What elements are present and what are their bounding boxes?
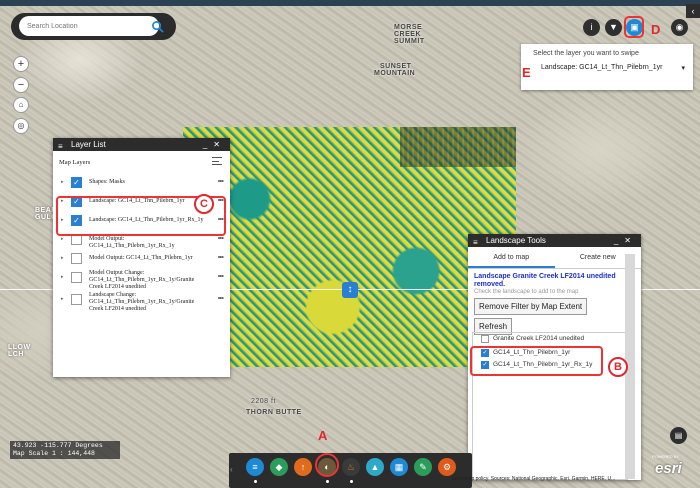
coordinate-readout: 43.923 -115.777 Degrees Map Scale 1 : 14… <box>10 441 120 459</box>
layer-label: Shapes: Masks <box>89 179 125 185</box>
menu-icon[interactable] <box>212 157 222 165</box>
layer-label: Model Output Change: GC14_Lt_Thn_Pilebrn… <box>89 270 195 290</box>
filter-icon[interactable]: ▼ <box>605 19 622 36</box>
swipe-layer-value: Landscape: GC14_Lt_Thn_Pilebrn_1yr <box>541 64 663 71</box>
chevron-down-icon: ▾ <box>681 65 685 72</box>
map-label: LCH <box>8 351 24 358</box>
map-label: SUMMIT <box>394 38 425 45</box>
edit-widget-icon[interactable]: ✎ <box>414 458 432 476</box>
widget-toolbar: ‹ ≡ ◆ ↑ ◐ ♨ ▲ ▦ ✎ ⚙ <box>229 453 472 488</box>
search-input[interactable] <box>19 16 159 36</box>
basemap-widget-icon[interactable]: ◆ <box>270 458 288 476</box>
map-label: CREEK <box>394 31 422 38</box>
layer-list-title: Layer List <box>71 140 106 149</box>
close-icon[interactable]: ✕ <box>213 140 226 149</box>
remove-filter-button[interactable]: Remove Filter by Map Extent <box>474 298 588 315</box>
swipe-layer-select[interactable]: Landscape: GC14_Lt_Thn_Pilebrn_1yr ▾ <box>529 64 685 72</box>
landscape-tools-tabs: Add to map Create new <box>468 247 641 269</box>
tab-add-to-map[interactable]: Add to map <box>468 247 555 268</box>
landscape-highlight <box>470 346 603 376</box>
eye-icon[interactable]: ◉ <box>671 19 688 36</box>
layer-checkbox[interactable] <box>71 294 82 305</box>
more-icon[interactable]: ••• <box>218 272 224 281</box>
layer-label: Model Output: GC14_Lt_Thn_Pilebrn_1yr <box>89 255 193 261</box>
grid-widget-icon[interactable]: ▦ <box>390 458 408 476</box>
map-label: THORN BUTTE <box>246 409 302 416</box>
map-label: SUNSET <box>380 63 412 70</box>
expand-icon[interactable]: ▸ <box>61 255 64 261</box>
swipe-handle[interactable]: ↕ <box>342 282 358 298</box>
layer-list-panel: ≡ Layer List _✕ Map Layers ▸ ✓ Shapes: Mas… <box>53 138 230 377</box>
brush-widget-icon[interactable]: ⚙ <box>438 458 456 476</box>
locate-button[interactable]: ◎ <box>13 118 29 134</box>
zoom-out-button[interactable]: − <box>13 77 29 93</box>
layer-label: Model Output: GC14_Lt_Thn_Pilebrn_1yr_Rx… <box>89 236 175 249</box>
expand-icon[interactable]: ▸ <box>61 296 64 302</box>
chevron-left-icon[interactable]: ‹ <box>230 465 233 474</box>
callout-c: C <box>194 194 214 214</box>
swipe-highlight <box>624 16 644 38</box>
swipe-panel: Select the layer you want to swipe Lands… <box>521 44 693 90</box>
toolbar-highlight <box>315 453 339 477</box>
search-icon[interactable] <box>151 20 164 33</box>
map-scale: Map Scale 1 : 144,448 <box>13 450 95 457</box>
info-icon[interactable]: i <box>583 19 600 36</box>
callout-a: A <box>318 428 328 443</box>
home-button[interactable]: ⌂ <box>13 97 29 113</box>
callout-e: E <box>522 65 531 80</box>
map-label: 2208 ft <box>251 398 276 405</box>
close-icon[interactable]: ✕ <box>624 236 637 245</box>
active-indicator <box>254 480 257 483</box>
swipe-prompt: Select the layer you want to swipe <box>533 50 639 57</box>
map-label: MOUNTAIN <box>374 70 416 77</box>
layer-checkbox[interactable] <box>71 272 82 283</box>
minimize-icon[interactable]: _ <box>203 140 213 149</box>
esri-logo: esri <box>655 460 682 477</box>
layer-list-header: ≡ Layer List _✕ <box>53 138 230 151</box>
upload-widget-icon[interactable]: ↑ <box>294 458 312 476</box>
esri-powered-text: POWERED BY <box>652 454 680 459</box>
expand-icon[interactable]: ▸ <box>61 274 64 280</box>
top-bar <box>0 0 700 6</box>
more-icon[interactable]: ••• <box>218 253 224 262</box>
list-item[interactable]: Granite Creek LF2014 unedited <box>473 333 627 345</box>
active-indicator <box>350 480 353 483</box>
status-message: Landscape Granite Creek LF2014 unedited … <box>474 273 616 288</box>
map-layers-label: Map Layers <box>59 159 91 166</box>
more-icon[interactable]: ••• <box>218 177 224 186</box>
layer-row[interactable]: ▸ Landscape Change: GC14_Lt_Thn_Pilebrn_1… <box>53 290 230 312</box>
map-layers-heading: Map Layers <box>53 151 230 173</box>
search-bar <box>11 13 176 40</box>
layer-checkbox[interactable] <box>71 253 82 264</box>
zoom-in-button[interactable]: + <box>13 56 29 72</box>
minimize-icon[interactable]: _ <box>614 236 624 245</box>
coordinates: 43.923 -115.777 Degrees <box>13 442 103 449</box>
collapse-icon[interactable]: ‹ <box>686 4 700 18</box>
layer-row[interactable]: ▸ Model Output: GC14_Lt_Thn_Pilebrn_1yr ••… <box>53 249 230 268</box>
layer-row[interactable]: ▸ ✓ Shapes: Masks ••• <box>53 173 230 192</box>
landscape-tools-title: Landscape Tools <box>486 236 546 245</box>
layer-row[interactable]: ▸ Model Output Change: GC14_Lt_Thn_Pilebr… <box>53 268 230 290</box>
callout-d: D <box>651 22 661 37</box>
draw-widget-icon[interactable]: ▲ <box>366 458 384 476</box>
layer-label: Landscape Change: GC14_Lt_Thn_Pilebrn_1y… <box>89 292 195 312</box>
layer-checkbox[interactable]: ✓ <box>71 177 82 188</box>
fire-widget-icon[interactable]: ♨ <box>342 458 360 476</box>
active-indicator <box>326 480 329 483</box>
landscape-tools-header: ≡ Landscape Tools _✕ <box>468 234 641 247</box>
attribution: ment map policy. Sources: National Geogr… <box>452 476 616 482</box>
more-icon[interactable]: ••• <box>218 294 224 303</box>
expand-icon[interactable]: ▸ <box>61 179 64 185</box>
map-label: LLOW <box>8 344 31 351</box>
map-label: MORSE <box>394 24 423 31</box>
callout-b: B <box>608 357 628 377</box>
layers-icon: ≡ <box>473 238 478 247</box>
landscape-label: Granite Creek LF2014 unedited <box>493 335 585 342</box>
layers-widget-icon[interactable]: ≡ <box>246 458 264 476</box>
expand-icon[interactable]: ▸ <box>61 236 64 242</box>
landscape-checkbox[interactable] <box>481 335 489 343</box>
table-icon[interactable]: ▤ <box>670 427 687 444</box>
raster-shadow <box>400 127 516 167</box>
